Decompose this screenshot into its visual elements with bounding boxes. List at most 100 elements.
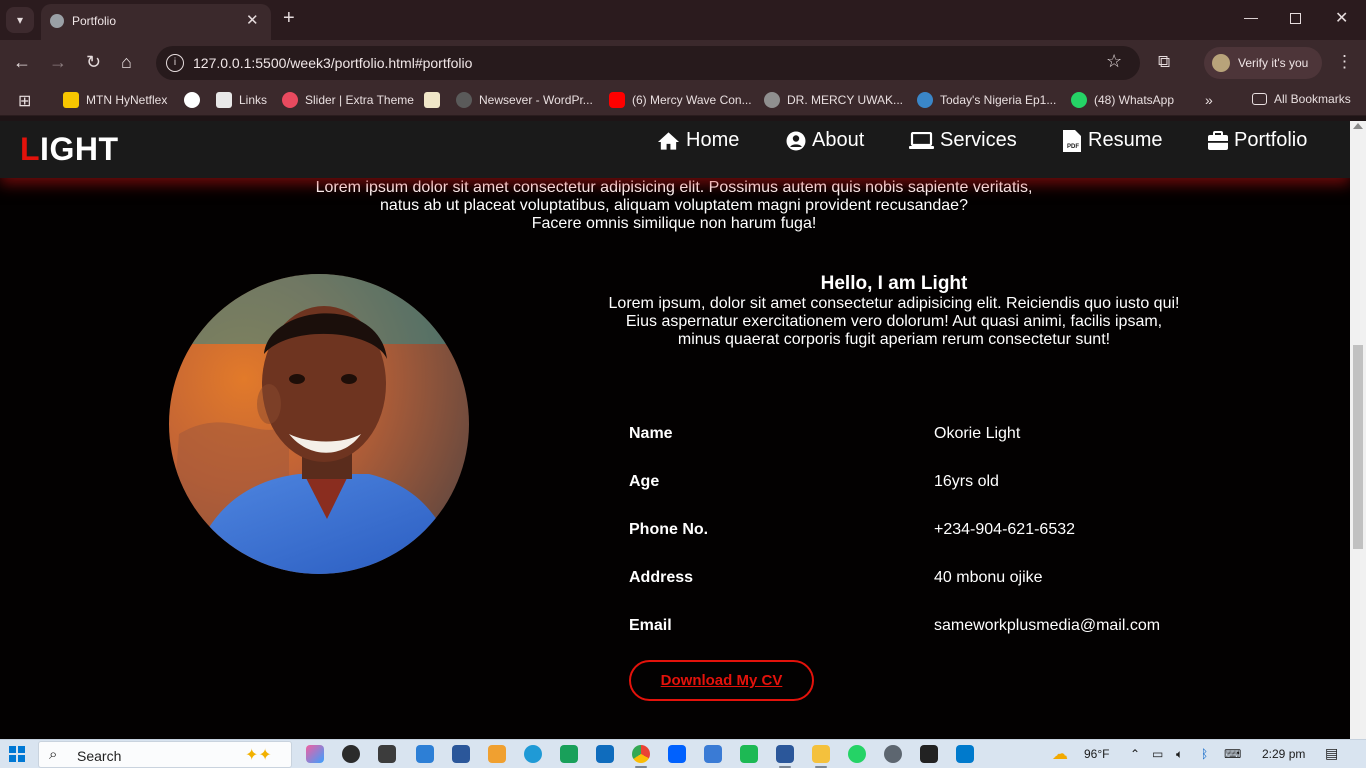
bookmark-item[interactable]: Today's Nigeria Ep1... xyxy=(917,92,1056,108)
browser-tab[interactable]: Portfolio ✕ xyxy=(41,4,271,40)
intro-line: natus ab ut placeat voluptatibus, aliqua… xyxy=(380,197,968,214)
new-tab-button[interactable]: + xyxy=(283,7,295,30)
notification-icon[interactable]: ▤ xyxy=(1325,745,1338,762)
about-intro: Hello, I am Light Lorem ipsum, dolor sit… xyxy=(594,274,1194,349)
chevron-up-icon[interactable]: ⌃ xyxy=(1130,747,1140,761)
nav-about[interactable]: About xyxy=(786,129,864,152)
laptop-icon xyxy=(909,131,934,149)
bookmark-label: (6) Mercy Wave Con... xyxy=(632,93,752,107)
app-icon[interactable] xyxy=(378,745,396,763)
more-bookmarks-icon[interactable]: » xyxy=(1205,92,1213,108)
bookmark-item[interactable]: DR. MERCY UWAK... xyxy=(764,92,903,108)
bookmark-item[interactable] xyxy=(184,92,207,108)
weather-icon[interactable]: ☁ xyxy=(1052,744,1068,764)
maximize-button[interactable] xyxy=(1290,13,1301,24)
nav-label: Resume xyxy=(1088,129,1163,151)
weather-temp[interactable]: 96°F xyxy=(1084,747,1109,761)
app-icon[interactable] xyxy=(416,745,434,763)
home-button[interactable]: ⌂ xyxy=(121,52,132,72)
shield-icon[interactable] xyxy=(920,745,938,763)
bookmark-label: Newsever - WordPr... xyxy=(479,93,593,107)
bookmark-item[interactable]: Slider | Extra Theme xyxy=(282,92,414,108)
bookmark-favicon-icon xyxy=(424,92,440,108)
whatsapp-icon xyxy=(1071,92,1087,108)
address-bar[interactable]: i 127.0.0.1:5500/week3/portfolio.html#po… xyxy=(156,46,1140,80)
logo-accent-letter: L xyxy=(20,131,41,167)
forward-button[interactable]: → xyxy=(49,52,67,72)
bookmark-item[interactable]: Newsever - WordPr... xyxy=(456,92,593,108)
bookmark-item[interactable] xyxy=(424,92,447,108)
app-icon[interactable] xyxy=(740,745,758,763)
dropbox-icon[interactable] xyxy=(668,745,686,763)
svg-text:PDF: PDF xyxy=(1067,144,1079,150)
battery-icon[interactable]: ▭ xyxy=(1152,747,1163,761)
page-viewport: LIGHT Home About Services PDF Resume Por… xyxy=(0,121,1350,739)
nav-label: Portfolio xyxy=(1234,129,1308,151)
nav-home[interactable]: Home xyxy=(657,129,739,152)
nav-resume[interactable]: PDF Resume xyxy=(1062,129,1162,152)
all-bookmarks[interactable]: All Bookmarks xyxy=(1252,92,1351,106)
bookmark-label: Slider | Extra Theme xyxy=(305,93,414,107)
bookmark-item[interactable]: MTN HyNetflex xyxy=(63,92,167,108)
speaker-muted-icon[interactable]: 🔈︎ xyxy=(1176,747,1183,762)
bookmark-label: Today's Nigeria Ep1... xyxy=(940,93,1057,107)
close-tab-icon[interactable]: ✕ xyxy=(246,11,259,29)
bookmark-label: MTN HyNetflex xyxy=(86,93,168,107)
photos-icon[interactable] xyxy=(704,745,722,763)
bookmark-star-icon[interactable]: ☆ xyxy=(1106,51,1122,72)
edge-icon[interactable] xyxy=(524,745,542,763)
bluetooth-icon[interactable]: ᛒ xyxy=(1201,747,1208,761)
info-value-email: sameworkplusmedia@mail.com xyxy=(934,617,1161,634)
chrome-icon[interactable] xyxy=(632,745,650,768)
wordpress-icon xyxy=(456,92,472,108)
whatsapp-icon[interactable] xyxy=(848,745,866,763)
about-line: Lorem ipsum, dolor sit amet consectetur … xyxy=(608,295,1180,312)
browser-menu-icon[interactable]: ⋮ xyxy=(1336,52,1353,72)
minimize-button[interactable]: — xyxy=(1244,9,1258,25)
vscode-icon[interactable] xyxy=(956,745,974,763)
folder-icon xyxy=(1252,93,1267,105)
media-player-icon[interactable] xyxy=(342,745,360,763)
nav-portfolio[interactable]: Portfolio xyxy=(1208,129,1307,152)
scrollbar-thumb[interactable] xyxy=(1353,345,1363,549)
word-icon[interactable] xyxy=(452,745,470,763)
reload-button[interactable]: ↻ xyxy=(86,52,101,72)
nav-label: About xyxy=(812,129,865,151)
windows-start-icon[interactable] xyxy=(9,746,25,762)
tab-title: Portfolio xyxy=(72,14,117,28)
file-explorer-icon[interactable] xyxy=(812,745,830,768)
bookmarks-bar: ⊞ MTN HyNetflex Links Slider | Extra The… xyxy=(0,86,1366,116)
about-heading: Hello, I am Light xyxy=(820,273,968,294)
bookmark-item[interactable]: (48) WhatsApp xyxy=(1071,92,1174,108)
search-label: Search xyxy=(77,748,122,764)
bookmark-item[interactable]: (6) Mercy Wave Con... xyxy=(609,92,752,108)
avatar xyxy=(1212,54,1230,72)
extensions-icon[interactable]: ⧉ xyxy=(1158,52,1170,72)
apps-grid-icon[interactable]: ⊞ xyxy=(18,91,31,111)
page-scrollbar[interactable] xyxy=(1350,121,1366,739)
outlook-icon[interactable] xyxy=(596,745,614,763)
nav-services[interactable]: Services xyxy=(909,129,1017,152)
scroll-up-icon[interactable] xyxy=(1353,123,1363,129)
site-logo[interactable]: LIGHT xyxy=(20,131,118,168)
keyboard-icon[interactable]: ⌨ xyxy=(1224,747,1241,761)
info-label-phone: Phone No. xyxy=(629,521,709,538)
settings-gear-icon[interactable] xyxy=(884,745,902,763)
bookmark-item[interactable]: Links xyxy=(216,92,267,108)
word-icon[interactable] xyxy=(776,745,794,768)
logo-text: IGHT xyxy=(40,131,119,167)
taskbar-search-input[interactable]: ⌕ Search ✦✦ xyxy=(38,741,292,768)
copilot-icon[interactable] xyxy=(306,745,324,763)
clock-time[interactable]: 2:29 pm xyxy=(1262,747,1305,761)
url-text[interactable]: 127.0.0.1:5500/week3/portfolio.html#port… xyxy=(193,55,472,71)
download-cv-button[interactable]: Download My CV xyxy=(629,660,814,701)
lock-app-icon[interactable] xyxy=(560,745,578,763)
back-button[interactable]: ← xyxy=(13,52,31,72)
info-value-age: 16yrs old xyxy=(934,473,999,490)
search-icon: ⌕ xyxy=(49,746,58,763)
app-icon[interactable] xyxy=(488,745,506,763)
profile-verify-button[interactable]: Verify it's you xyxy=(1204,47,1322,79)
tab-search-button[interactable]: ▾ xyxy=(6,7,34,33)
site-info-icon[interactable]: i xyxy=(166,54,184,72)
close-window-button[interactable]: ✕ xyxy=(1335,8,1348,28)
